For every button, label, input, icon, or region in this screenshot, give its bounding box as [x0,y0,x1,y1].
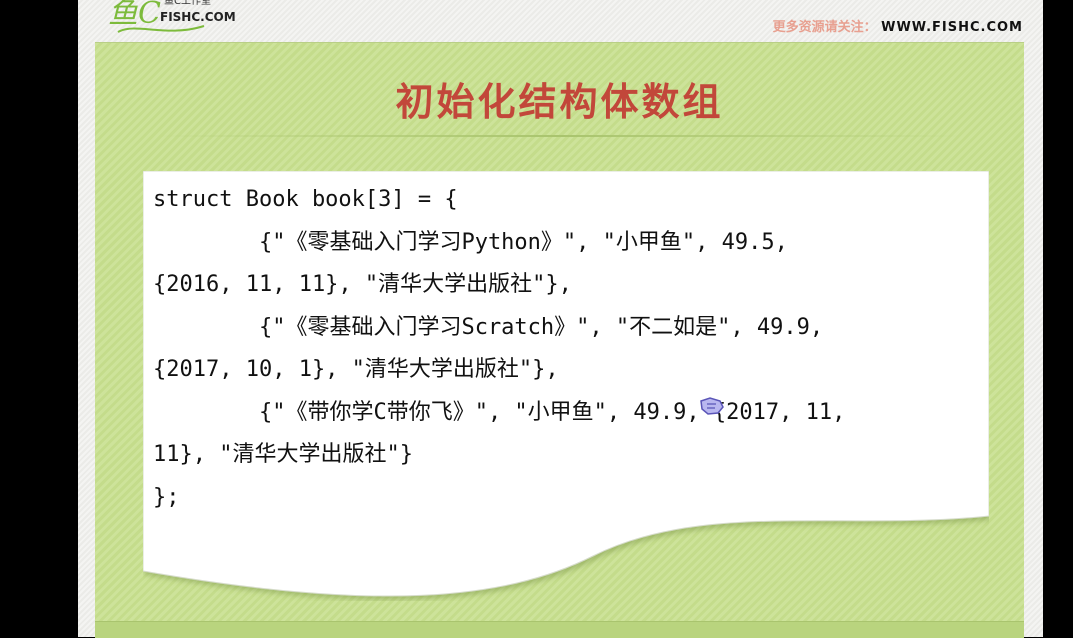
code-block: struct Book book[3] = { {"《零基础入门学习Python… [153,179,983,519]
footer-strip [95,621,1024,638]
code-line: {2016, 11, 11}, "清华大学出版社"}, [153,272,572,297]
website-link[interactable]: WWW.FISHC.COM [881,20,1023,35]
title-divider [155,135,965,137]
slide-title: 初始化结构体数组 [395,79,724,124]
code-line: struct Book book[3] = { [153,187,458,212]
slide: 鱼C 鱼C工作室 FISHC.COM 更多资源请关注： WWW.FISHC.CO… [78,0,1043,638]
code-line: {"《带你学C带你飞》", "小甲鱼", 49.9, {2017, 11, [153,399,846,425]
code-line: }; [153,484,180,510]
pointing-hand-cursor-icon [700,397,724,415]
site-banner: 更多资源请关注： WWW.FISHC.COM [773,16,1023,35]
fishc-logo: 鱼C 鱼C工作室 FISHC.COM [108,0,278,40]
code-card: struct Book book[3] = { {"《零基础入门学习Python… [143,171,989,601]
code-line: {"《零基础入门学习Scratch》", "不二如是", 49.9, [153,314,824,340]
code-line: {"《零基础入门学习Python》", "小甲鱼", 49.5, [153,229,788,255]
content-panel: 初始化结构体数组 struct Book book[3] = { {"《零基础入… [95,42,1024,638]
window-edge [1043,0,1073,637]
logo-subtitle: 鱼C工作室 [164,0,211,7]
follow-label: 更多资源请关注： [772,20,877,35]
code-line: {2017, 10, 1}, "清华大学出版社"}, [153,357,559,382]
logo-swoosh-icon [117,25,205,33]
code-line: 11}, "清华大学出版社"} [153,442,413,467]
